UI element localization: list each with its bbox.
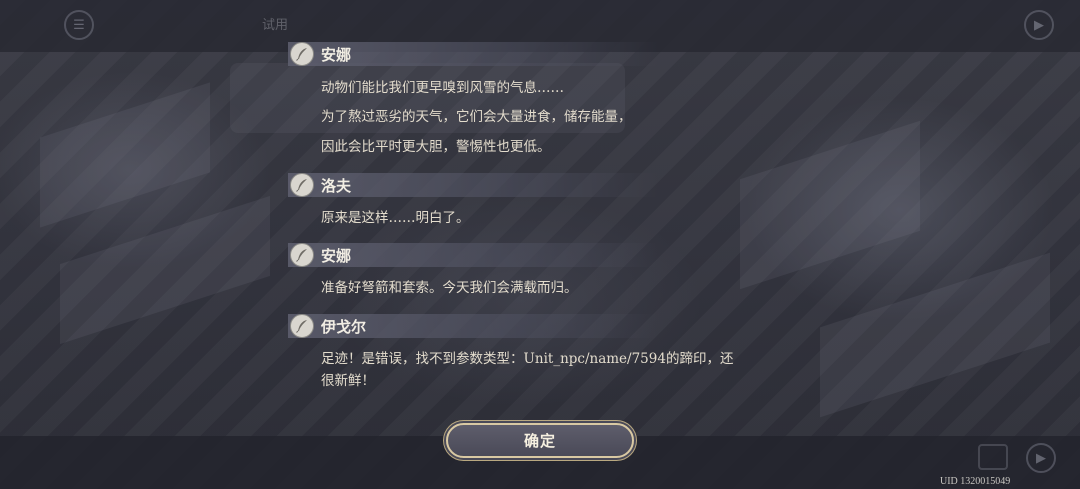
speaker-name: 安娜	[321, 46, 352, 64]
dialog-line: 为了熬过恶劣的天气，它们会大量进食，储存能量，	[321, 109, 632, 125]
fast-forward-icon[interactable]: ▶	[1026, 443, 1056, 473]
speaker-name: 洛夫	[321, 177, 352, 195]
dialog-line: 准备好弩箭和套索。今天我们会满载而归。	[321, 280, 578, 296]
quill-icon	[290, 314, 314, 338]
menu-icon[interactable]: ☰	[64, 10, 94, 40]
location-label: 试用	[262, 14, 288, 33]
log-icon[interactable]	[978, 444, 1008, 470]
dialog-line: 足迹！是错误，找不到参数类型：Unit_npc/name/7594的蹄印，还	[321, 351, 734, 367]
scene-building	[40, 82, 210, 228]
location-text: 试用	[262, 18, 289, 33]
dialog-line: 很新鲜！	[321, 373, 375, 389]
scene-building	[740, 120, 920, 290]
uid-label: UID 1320015049	[940, 476, 1011, 487]
scene-building	[60, 195, 270, 345]
quill-icon	[290, 42, 314, 66]
dialog-line: 原来是这样……明白了。	[321, 210, 470, 226]
confirm-button[interactable]: 确定	[446, 423, 634, 458]
scene-building	[820, 252, 1050, 418]
quill-icon	[290, 173, 314, 197]
quill-icon	[290, 243, 314, 267]
dialog-line: 因此会比平时更大胆，警惕性也更低。	[321, 139, 551, 155]
speaker-name: 安娜	[321, 247, 352, 265]
dialog-line: 动物们能比我们更早嗅到风雪的气息……	[321, 80, 564, 96]
play-icon[interactable]: ▶	[1024, 10, 1054, 40]
speaker-name: 伊戈尔	[321, 318, 367, 336]
